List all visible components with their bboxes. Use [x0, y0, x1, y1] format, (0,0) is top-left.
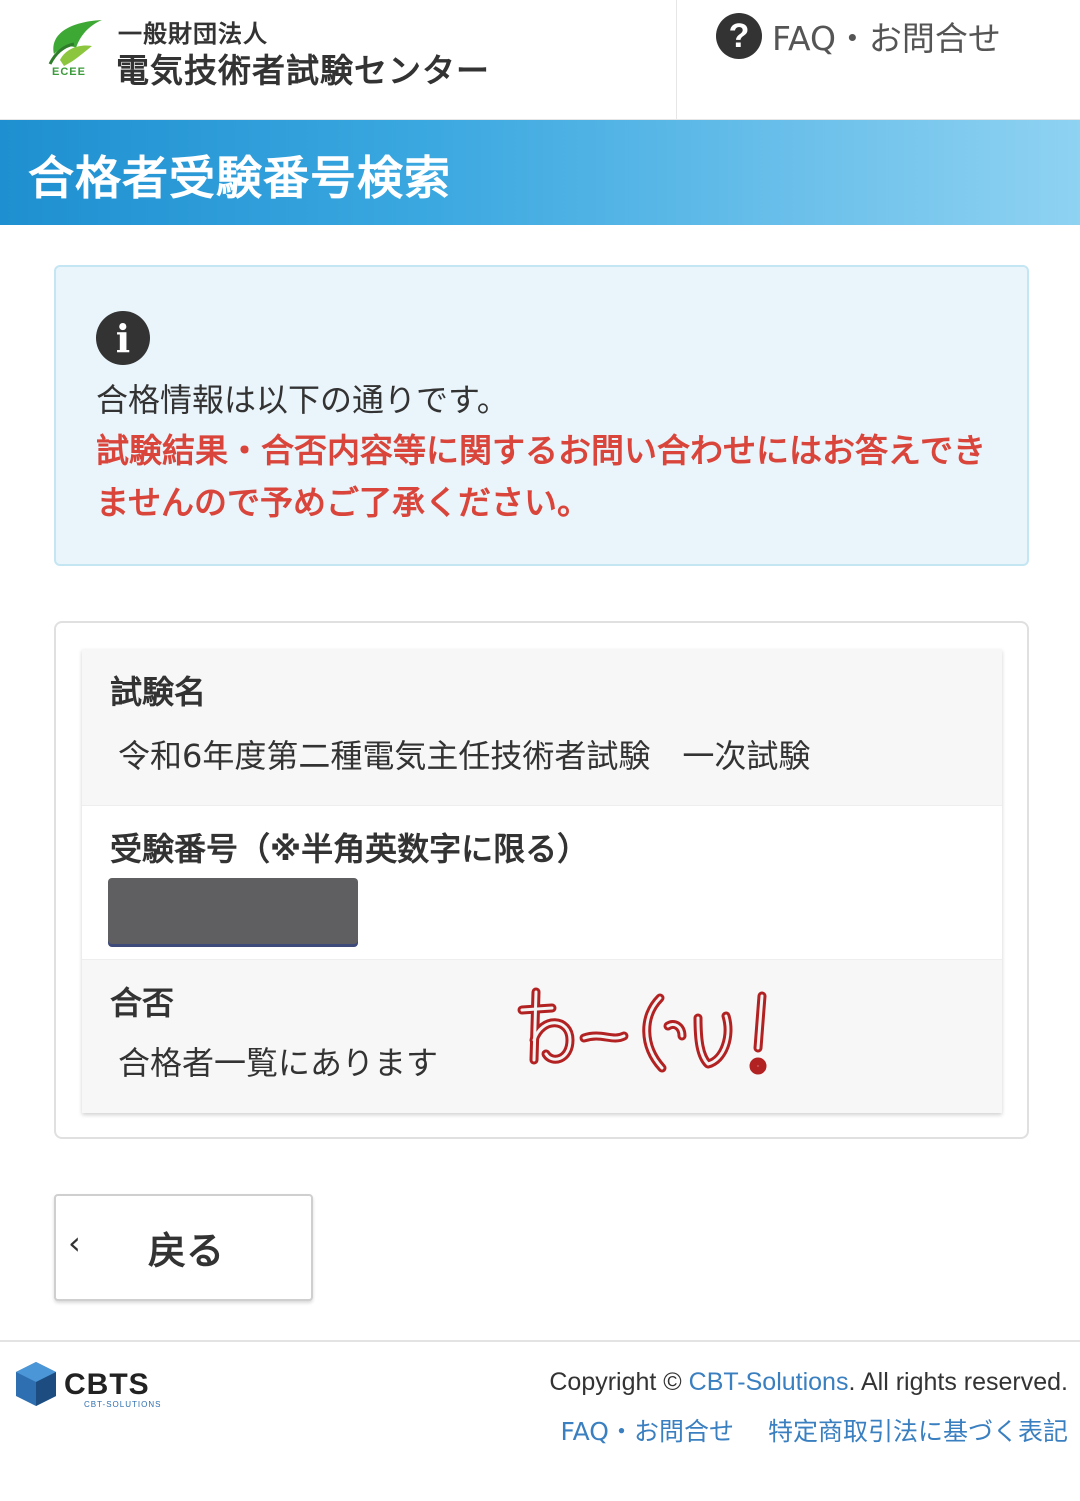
exam-number-label: 受験番号（※半角英数字に限る） [110, 830, 590, 868]
pass-result-label: 合否 [110, 984, 175, 1022]
info-alert: i 合格情報は以下の通りです。 試験結果・合否内容等に関するお問い合わせにはお答… [54, 265, 1029, 566]
cbts-logo-subtext: CBT-SOLUTIONS [84, 1400, 161, 1409]
exam-name-row: 試験名 令和6年度第二種電気主任技術者試験 一次試験 [82, 649, 1002, 805]
copyright-brand-link[interactable]: CBT-Solutions [689, 1368, 849, 1396]
pass-result-value: 合格者一覧にあります [118, 1044, 439, 1082]
cbts-logo-text: CBTS [64, 1368, 150, 1401]
copyright-text: Copyright © CBT-Solutions. All rights re… [549, 1368, 1068, 1397]
logo-caption: ECEE [52, 66, 86, 78]
question-circle-icon: ? [716, 13, 762, 59]
result-panel: 試験名 令和6年度第二種電気主任技術者試験 一次試験 受験番号（※半角英数字に限… [54, 621, 1029, 1139]
pass-result-row: 合否 合格者一覧にあります [82, 959, 1002, 1113]
info-message: 合格情報は以下の通りです。 [96, 381, 509, 419]
copyright-suffix: . All rights reserved. [848, 1368, 1068, 1396]
header-divider [676, 0, 677, 120]
site-footer: CBTS CBT-SOLUTIONS Copyright © CBT-Solut… [0, 1340, 1080, 1501]
info-circle-icon: i [96, 311, 150, 365]
result-card: 試験名 令和6年度第二種電気主任技術者試験 一次試験 受験番号（※半角英数字に限… [82, 649, 1002, 1113]
footer-links: FAQ・お問合せ 特定商取引法に基づく表記 [561, 1412, 1068, 1448]
org-name: 電気技術者試験センター [116, 51, 490, 90]
warning-message: 試験結果・合否内容等に関するお問い合わせにはお答えできませんので予めご了承くださ… [96, 431, 987, 522]
exam-name-label: 試験名 [110, 673, 207, 711]
copyright-prefix: Copyright © [549, 1368, 689, 1396]
header-faq-label: FAQ・お問合せ [772, 19, 1001, 58]
page-title: 合格者受験番号検索 [28, 151, 451, 205]
chevron-left-icon: ‹ [68, 1224, 81, 1262]
handwritten-annotation [517, 987, 767, 1075]
exam-number-row: 受験番号（※半角英数字に限る） [82, 805, 1002, 959]
site-header: ECEE 一般財団法人 電気技術者試験センター ? FAQ・お問合せ [0, 0, 1080, 120]
footer-faq-link[interactable]: FAQ・お問合せ [561, 1412, 734, 1448]
cbts-logo-icon: CBTS CBT-SOLUTIONS [16, 1362, 161, 1409]
header-faq-link[interactable]: ? FAQ・お問合せ [716, 12, 1001, 60]
page-title-banner: 合格者受験番号検索 [0, 120, 1080, 225]
exam-name-value: 令和6年度第二種電気主任技術者試験 一次試験 [118, 737, 811, 775]
redacted-exam-number [108, 878, 358, 944]
back-button-label: 戻る [148, 1229, 225, 1273]
footer-law-link[interactable]: 特定商取引法に基づく表記 [768, 1412, 1068, 1448]
back-button[interactable]: ‹ 戻る [54, 1194, 313, 1301]
